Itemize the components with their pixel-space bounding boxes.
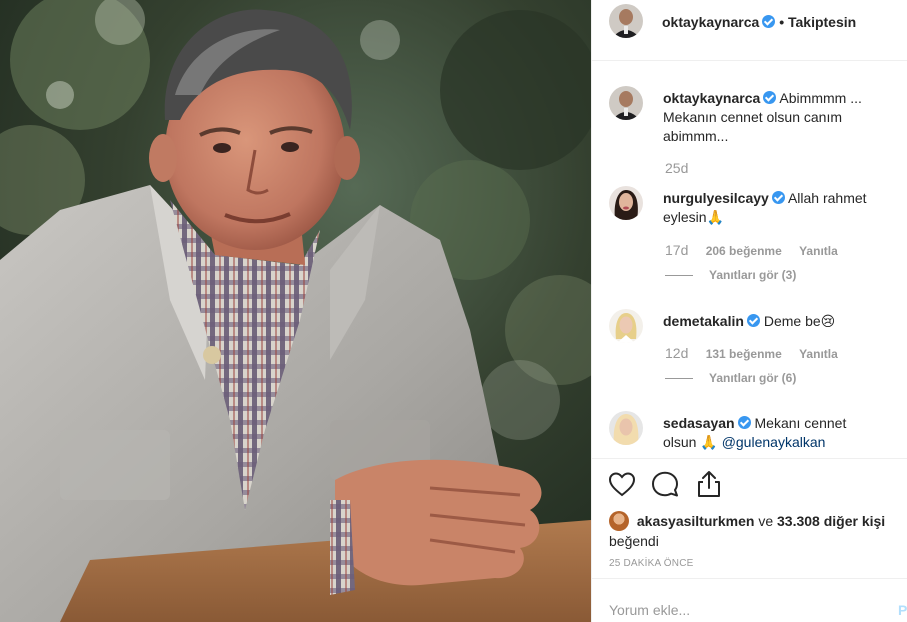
- comment-body-line2: eylesin🙏: [663, 209, 725, 225]
- avatar-image: [609, 186, 643, 220]
- comment-avatar[interactable]: [609, 186, 643, 220]
- comment-body-line1: Abimmmm ...: [779, 90, 862, 106]
- comment-icon-svg: [652, 471, 678, 497]
- author-avatar[interactable]: [609, 4, 643, 38]
- likes-liked-label: beğendi: [609, 533, 659, 549]
- heart-icon-svg: [608, 472, 636, 497]
- comment-meta: 17d 206 beğenme Yanıtla: [665, 242, 852, 258]
- comment-avatar[interactable]: [609, 309, 643, 343]
- view-replies-button[interactable]: Yanıtları gör (3): [665, 268, 796, 282]
- comment-composer: Yorum ekle... Pa: [592, 578, 907, 622]
- comment-text: oktaykaynarca Abimmmm ... Mekanın cennet…: [663, 89, 888, 146]
- verified-icon: [737, 416, 751, 429]
- view-replies-label: Yanıtları gör (6): [709, 371, 797, 385]
- likes-others-count[interactable]: 33.308 diğer kişi: [777, 513, 885, 529]
- comment-mention[interactable]: @gulenaykalkan: [722, 434, 826, 450]
- share-icon[interactable]: [694, 469, 724, 499]
- verified-icon: [771, 191, 785, 204]
- verified-icon: [762, 15, 776, 28]
- header-username-line: oktaykaynarca • Takiptesin: [662, 14, 856, 30]
- author-username[interactable]: oktaykaynarca: [662, 14, 759, 30]
- comment-username[interactable]: demetakalin: [663, 313, 744, 329]
- replies-divider-line: [665, 275, 693, 277]
- comment-body-line1: Allah rahmet: [787, 190, 867, 206]
- likes-and: ve: [758, 513, 774, 529]
- replies-divider-line: [665, 378, 693, 380]
- comment-text: sedasayan Mekanı cennet olsun 🙏 @gulenay…: [663, 414, 888, 452]
- follow-status[interactable]: Takiptesin: [788, 14, 856, 30]
- avatar-image: [609, 86, 643, 120]
- comment-like-count[interactable]: 206 beğenme: [706, 244, 782, 258]
- comment-input[interactable]: Yorum ekle...: [609, 602, 690, 618]
- reply-button[interactable]: Yanıtla: [799, 347, 838, 361]
- liker-username[interactable]: akasyasilturkmen: [637, 513, 755, 529]
- liker-avatar[interactable]: [609, 511, 629, 531]
- verified-icon: [763, 91, 777, 104]
- comment-avatar[interactable]: [609, 411, 643, 445]
- comment-text: nurgulyesilcayy Allah rahmet eylesin🙏: [663, 189, 888, 227]
- comment-age[interactable]: 12d: [665, 345, 688, 361]
- share-icon-svg: [698, 471, 720, 497]
- comment-age[interactable]: 25d: [665, 160, 688, 176]
- comment-like-count[interactable]: 131 beğenme: [706, 347, 782, 361]
- avatar-image: [609, 411, 643, 445]
- separator-dot: •: [779, 14, 788, 30]
- view-replies-label: Yanıtları gör (3): [709, 268, 797, 282]
- comment-body-line1: Deme be😢: [763, 313, 836, 329]
- comment-text: demetakalin Deme be😢: [663, 312, 888, 331]
- comment-username[interactable]: nurgulyesilcayy: [663, 190, 769, 206]
- portrait-illustration: [0, 0, 591, 622]
- likes-summary: akasyasilturkmen ve 33.308 diğer kişi be…: [609, 511, 899, 551]
- avatar-image: [609, 309, 643, 343]
- comment-age[interactable]: 17d: [665, 242, 688, 258]
- verified-icon: [746, 314, 760, 327]
- comment-username[interactable]: oktaykaynarca: [663, 90, 760, 106]
- comment-icon[interactable]: [650, 469, 680, 499]
- comment-avatar[interactable]: [609, 86, 643, 120]
- reply-button[interactable]: Yanıtla: [799, 244, 838, 258]
- comment-username[interactable]: sedasayan: [663, 415, 735, 431]
- post-header: oktaykaynarca • Takiptesin: [592, 0, 907, 61]
- heart-icon[interactable]: [607, 469, 637, 499]
- view-replies-button[interactable]: Yanıtları gör (6): [665, 371, 796, 385]
- avatar-image: [609, 4, 643, 38]
- comment-body-line3: abimmm...: [663, 128, 729, 144]
- post-photo[interactable]: [0, 0, 591, 622]
- comment-body-line2: olsun 🙏: [663, 434, 718, 450]
- comment-meta: 12d 131 beğenme Yanıtla: [665, 345, 852, 361]
- comment-body-line2: Mekanın cennet olsun canım: [663, 109, 842, 125]
- comment-body-line1: Mekanı cennet: [754, 415, 847, 431]
- post-actions: akasyasilturkmen ve 33.308 diğer kişi be…: [592, 458, 907, 578]
- comment-meta: 25d: [665, 160, 702, 176]
- post-comment-button[interactable]: Pa: [898, 602, 907, 618]
- post-timestamp[interactable]: 25 DAKİKA ÖNCE: [609, 558, 694, 569]
- post-side-panel: oktaykaynarca • Takiptesin oktaykaynarca…: [591, 0, 907, 622]
